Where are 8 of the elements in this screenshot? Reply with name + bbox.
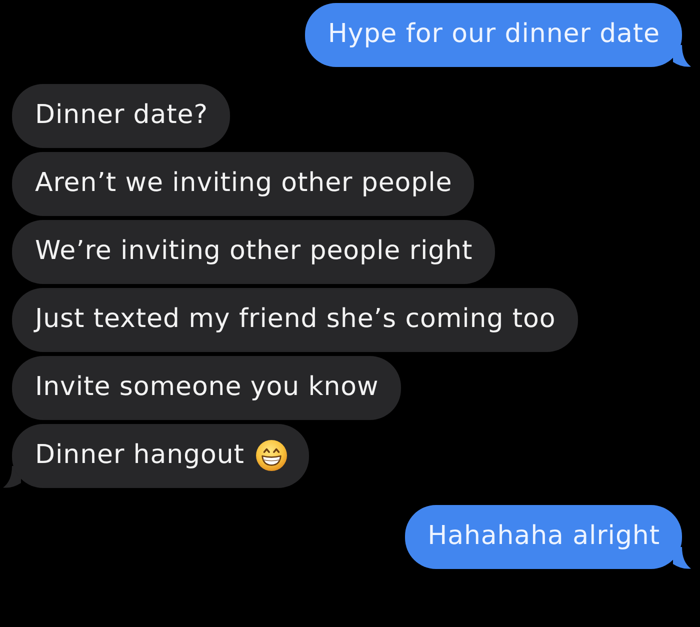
message-text: Hahahaha alright xyxy=(428,521,660,552)
message-text: Aren’t we inviting other people xyxy=(35,168,452,199)
message-text: Dinner date? xyxy=(35,100,208,131)
message-text: Hype for our dinner date xyxy=(328,19,660,50)
message-text: Dinner hangout xyxy=(35,440,244,471)
message-text: We’re inviting other people right xyxy=(35,236,473,267)
message-text: Invite someone you know xyxy=(35,372,379,403)
message-text: Just texted my friend she’s coming too xyxy=(35,304,556,335)
